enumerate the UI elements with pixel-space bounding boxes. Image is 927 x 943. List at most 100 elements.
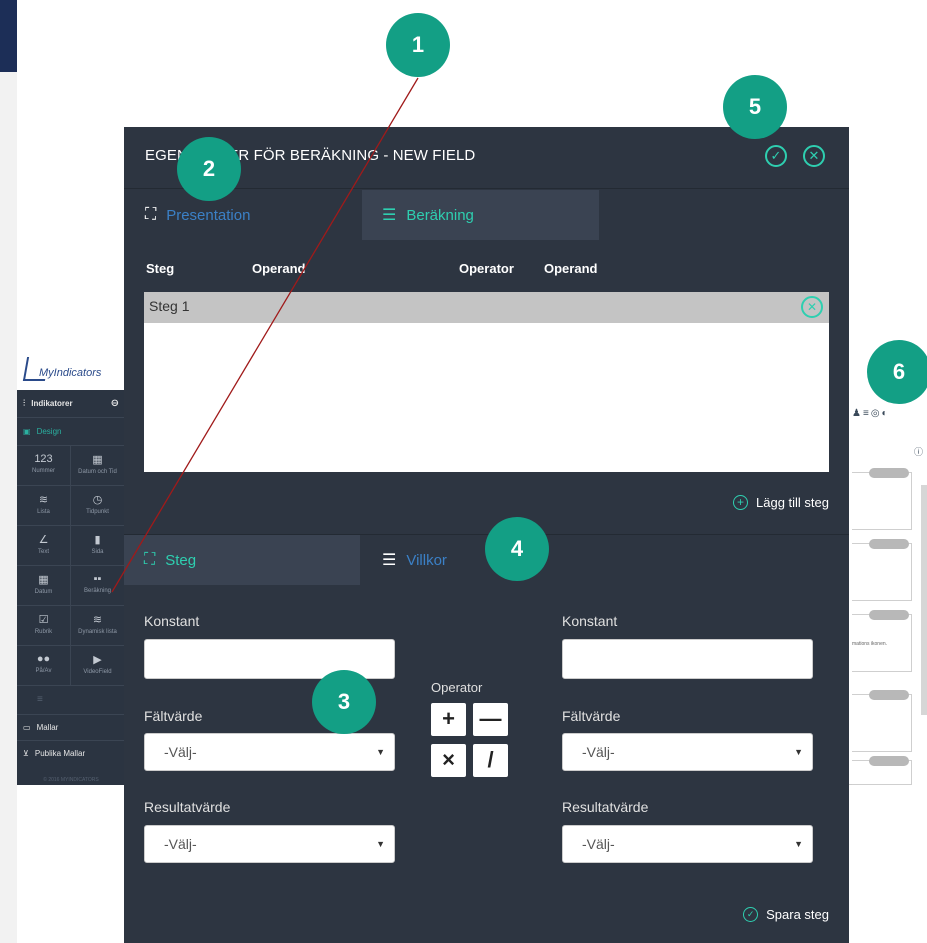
dynamic-list-icon: ≋ <box>92 614 103 626</box>
card-actions[interactable] <box>869 468 909 478</box>
menu-icon[interactable]: ≡ <box>863 408 871 419</box>
field-type-label: Text <box>37 549 49 555</box>
app-logo: MyIndicators <box>22 355 125 385</box>
right-resultatvarde-label: Resultatvärde <box>562 799 649 815</box>
save-step-button[interactable]: ✓ Spara steg <box>743 907 829 922</box>
left-faltvarde-label: Fältvärde <box>144 708 203 724</box>
calculation-properties-modal: EGENSKAPER FÖR BERÄKNING - NEW FIELD ✓ ✕… <box>124 127 849 943</box>
field-type-label: Tidpunkt <box>86 509 109 515</box>
step-row[interactable]: Steg 1 ✕ <box>144 292 829 323</box>
card-actions[interactable] <box>869 756 909 766</box>
divide-operator-button[interactable]: / <box>473 744 508 777</box>
edit-icon: ☑ <box>38 614 49 626</box>
toggle-icon: ●● <box>36 653 51 665</box>
collapse-icon[interactable]: ⊖ <box>111 398 119 409</box>
confirm-check-icon[interactable]: ✓ <box>765 145 787 167</box>
calendar-icon: ▦ <box>92 454 103 466</box>
callout-3: 3 <box>312 670 376 734</box>
field-type-label: Lista <box>37 509 50 515</box>
bg-sidebar-item-publika-mallar[interactable]: ⊻ Publika Mallar <box>17 740 125 766</box>
left-resultatvarde-value: -Välj- <box>164 836 197 852</box>
globe-icon[interactable]: ◐ <box>882 408 890 419</box>
card-actions[interactable] <box>869 539 909 549</box>
field-type-label: Sida <box>91 549 104 555</box>
list-icon: ≋ <box>38 494 49 506</box>
right-resultatvarde-select[interactable]: -Välj- ▼ <box>562 825 813 863</box>
left-strip <box>0 0 17 943</box>
field-type-cell[interactable]: ▶ VideoField <box>71 646 125 686</box>
tab-berakning-label: Beräkning <box>406 206 474 224</box>
check-circle-icon: ✓ <box>743 907 759 922</box>
bg-sidebar: ⫶ Indikatorer ⊖ ▣ Design 123 Nummer ▦ Datu… <box>17 390 125 785</box>
list-icon: ☰ <box>382 207 397 224</box>
bg-scrollbar[interactable] <box>921 485 927 715</box>
pen-icon: ∠ <box>38 534 49 546</box>
bg-card: mations ikonen. <box>852 610 912 672</box>
bg-toolbar-icons: ♟≡◎◐ <box>852 408 890 419</box>
right-faltvarde-label: Fältvärde <box>562 708 621 724</box>
right-faltvarde-value: -Välj- <box>582 744 615 760</box>
caret-down-icon: ▼ <box>376 839 385 849</box>
field-type-label: Datum <box>34 589 53 595</box>
save-step-label: Spara steg <box>766 907 829 922</box>
field-type-cell[interactable]: ▦ Datum <box>17 566 71 606</box>
clock-icon: ◷ <box>92 494 103 506</box>
field-type-cell[interactable]: ▮ Sida <box>71 526 125 566</box>
design-icon: ▣ <box>23 427 31 436</box>
list-icon: ☰ <box>382 552 397 569</box>
steps-list: Steg 1 ✕ <box>144 292 829 472</box>
left-faltvarde-select[interactable]: -Välj- ▼ <box>144 733 395 771</box>
bg-sidebar-design[interactable]: ▣ Design <box>17 418 125 446</box>
field-type-cell[interactable]: ●● På/Av <box>17 646 71 686</box>
caret-down-icon: ▼ <box>376 747 385 757</box>
calendar-icon: ▦ <box>38 574 49 586</box>
right-faltvarde-select[interactable]: -Välj- ▼ <box>562 733 813 771</box>
presentation-icon: ⛶ <box>145 206 157 223</box>
field-type-cell[interactable]: ≋ Dynamisk lista <box>71 606 125 646</box>
check-icon[interactable]: ◎ <box>871 408 882 419</box>
tab-villkor-label: Villkor <box>406 551 447 569</box>
bg-sidebar-header-label: Indikatorer <box>31 399 73 408</box>
field-type-label: Rubrik <box>34 629 53 635</box>
add-step-button[interactable]: + Lägg till steg <box>733 495 829 510</box>
field-type-label: På/Av <box>35 668 52 674</box>
info-icon[interactable]: ⓘ <box>914 445 923 458</box>
bg-card <box>852 468 912 530</box>
field-type-cell[interactable]: 123 Nummer <box>17 446 71 486</box>
tab-presentation-label: Presentation <box>166 206 251 224</box>
left-resultatvarde-select[interactable]: -Välj- ▼ <box>144 825 395 863</box>
copyright: © 2016 MYINDICATORS <box>43 777 99 783</box>
download-icon: ⊻ <box>23 749 29 758</box>
delete-step-icon[interactable]: ✕ <box>801 296 823 318</box>
right-konstant-label: Konstant <box>562 613 618 629</box>
card-actions[interactable] <box>869 690 909 700</box>
field-type-cell[interactable]: ∠ Text <box>17 526 71 566</box>
minus-operator-button[interactable]: — <box>473 703 508 736</box>
tab-villkor[interactable]: ☰ Villkor <box>360 535 599 585</box>
right-konstant-input[interactable] <box>562 639 813 679</box>
field-type-cell[interactable]: ◷ Tidpunkt <box>71 486 125 526</box>
bg-card <box>852 539 912 601</box>
field-type-label: Nummer <box>31 468 55 474</box>
sliders-icon: ⫶ <box>23 398 26 408</box>
add-step-label: Lägg till steg <box>756 495 829 510</box>
card-actions[interactable] <box>869 610 909 620</box>
bg-sidebar-item-label: Mallar <box>36 723 59 732</box>
field-type-cell-berakning[interactable]: ▪▪ Beräkning <box>71 566 125 606</box>
bg-sidebar-item-mallar[interactable]: ▭ Mallar <box>17 714 125 740</box>
plus-operator-button[interactable]: + <box>431 703 466 736</box>
bg-sidebar-header[interactable]: ⫶ Indikatorer ⊖ <box>17 390 125 418</box>
video-icon: ▶ <box>93 654 102 666</box>
field-type-cell[interactable]: ☑ Rubrik <box>17 606 71 646</box>
field-type-cell[interactable]: ▦ Datum och Tid <box>71 446 125 486</box>
close-icon[interactable]: ✕ <box>803 145 825 167</box>
tab-berakning[interactable]: ☰ Beräkning <box>362 190 599 240</box>
user-icon[interactable]: ♟ <box>852 408 863 419</box>
filter-icon: ≡ <box>37 694 43 705</box>
tab-presentation[interactable]: ⛶ Presentation <box>124 190 362 240</box>
field-type-cell[interactable]: ≋ Lista <box>17 486 71 526</box>
left-konstant-label: Konstant <box>144 613 200 629</box>
tab-steg[interactable]: ⛶ Steg <box>124 535 360 585</box>
multiply-operator-button[interactable]: × <box>431 744 466 777</box>
presentation-icon: ⛶ <box>144 551 156 568</box>
